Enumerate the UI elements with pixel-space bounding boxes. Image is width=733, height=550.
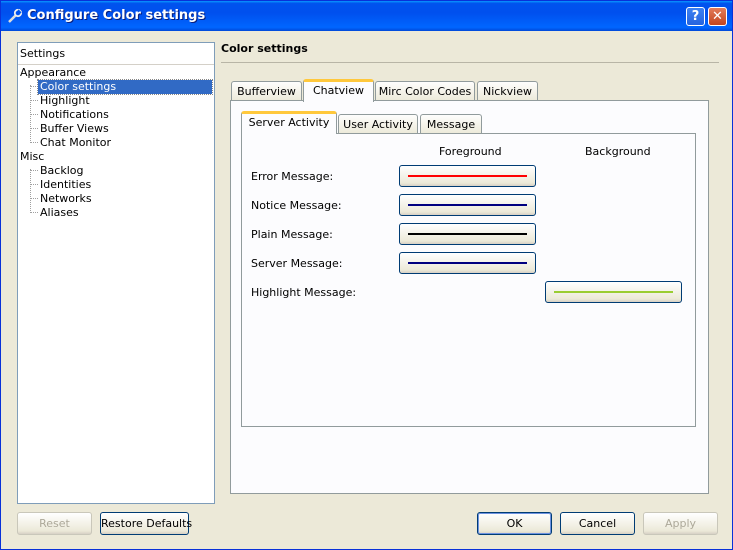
tree-branch-line bbox=[30, 86, 38, 87]
highlight-message-label: Highlight Message: bbox=[251, 286, 357, 299]
tree-item-aliases[interactable]: Aliases bbox=[38, 206, 79, 220]
tree-header[interactable]: Settings bbox=[20, 47, 65, 60]
error-message-label: Error Message: bbox=[251, 170, 334, 183]
tree-item-highlight[interactable]: Highlight bbox=[38, 94, 90, 108]
notice-message-label: Notice Message: bbox=[251, 199, 342, 212]
color-swatch bbox=[408, 204, 527, 206]
ok-button[interactable]: OK bbox=[477, 512, 552, 535]
tree-branch-line bbox=[30, 128, 38, 129]
background-header: Background bbox=[585, 145, 651, 158]
tree-branch-line bbox=[30, 170, 38, 171]
tab-chatview[interactable]: Chatview bbox=[303, 79, 374, 102]
color-swatch bbox=[554, 291, 673, 293]
tree-branch-line bbox=[30, 184, 38, 185]
notice-foreground-color-button[interactable] bbox=[399, 194, 536, 216]
settings-tree[interactable]: Settings Appearance Color settings Highl… bbox=[17, 42, 215, 504]
tab-message[interactable]: Message bbox=[420, 114, 482, 134]
tree-node-misc[interactable]: Misc bbox=[20, 150, 44, 163]
server-message-label: Server Message: bbox=[251, 257, 343, 270]
foreground-header: Foreground bbox=[439, 145, 502, 158]
highlight-background-color-button[interactable] bbox=[545, 281, 682, 303]
tab-mirc-color-codes[interactable]: Mirc Color Codes bbox=[375, 81, 475, 101]
configure-dialog: Configure Color settings ? ✕ Settings Ap… bbox=[0, 0, 733, 550]
cancel-button[interactable]: Cancel bbox=[560, 512, 635, 535]
tree-item-buffer-views[interactable]: Buffer Views bbox=[38, 122, 109, 136]
tree-item-notifications[interactable]: Notifications bbox=[38, 108, 109, 122]
color-swatch bbox=[408, 262, 527, 264]
plain-message-label: Plain Message: bbox=[251, 228, 333, 241]
title-bar[interactable]: Configure Color settings ? ✕ bbox=[1, 1, 732, 31]
color-swatch bbox=[408, 175, 527, 177]
section-divider bbox=[221, 62, 719, 63]
tree-node-appearance[interactable]: Appearance bbox=[20, 66, 86, 79]
close-button[interactable]: ✕ bbox=[708, 7, 727, 26]
tree-branch-line bbox=[30, 114, 38, 115]
section-title: Color settings bbox=[221, 42, 308, 55]
help-button[interactable]: ? bbox=[686, 7, 705, 26]
tree-branch-line bbox=[30, 198, 38, 199]
tree-branch-line bbox=[30, 169, 31, 213]
wrench-icon bbox=[8, 8, 23, 23]
tree-item-color-settings[interactable]: Color settings bbox=[37, 79, 213, 95]
restore-defaults-button[interactable]: Restore Defaults bbox=[100, 512, 192, 535]
tree-branch-line bbox=[30, 142, 38, 143]
tab-nickview[interactable]: Nickview bbox=[477, 81, 538, 101]
plain-foreground-color-button[interactable] bbox=[399, 223, 536, 245]
tree-item-backlog[interactable]: Backlog bbox=[38, 164, 83, 178]
tab-user-activity[interactable]: User Activity bbox=[338, 114, 418, 134]
reset-button[interactable]: Reset bbox=[17, 512, 92, 535]
tab-bufferview[interactable]: Bufferview bbox=[231, 81, 302, 101]
tree-branch-line bbox=[30, 100, 38, 101]
window-title: Configure Color settings bbox=[27, 8, 206, 23]
tree-header-divider bbox=[18, 64, 214, 65]
tab-server-activity[interactable]: Server Activity bbox=[241, 111, 337, 134]
tree-branch-line bbox=[30, 212, 38, 213]
tree-item-identities[interactable]: Identities bbox=[38, 178, 91, 192]
server-foreground-color-button[interactable] bbox=[399, 252, 536, 274]
error-foreground-color-button[interactable] bbox=[399, 165, 536, 187]
apply-button[interactable]: Apply bbox=[643, 512, 718, 535]
tree-item-chat-monitor[interactable]: Chat Monitor bbox=[38, 136, 111, 150]
color-swatch bbox=[408, 233, 527, 235]
tree-item-networks[interactable]: Networks bbox=[38, 192, 92, 206]
